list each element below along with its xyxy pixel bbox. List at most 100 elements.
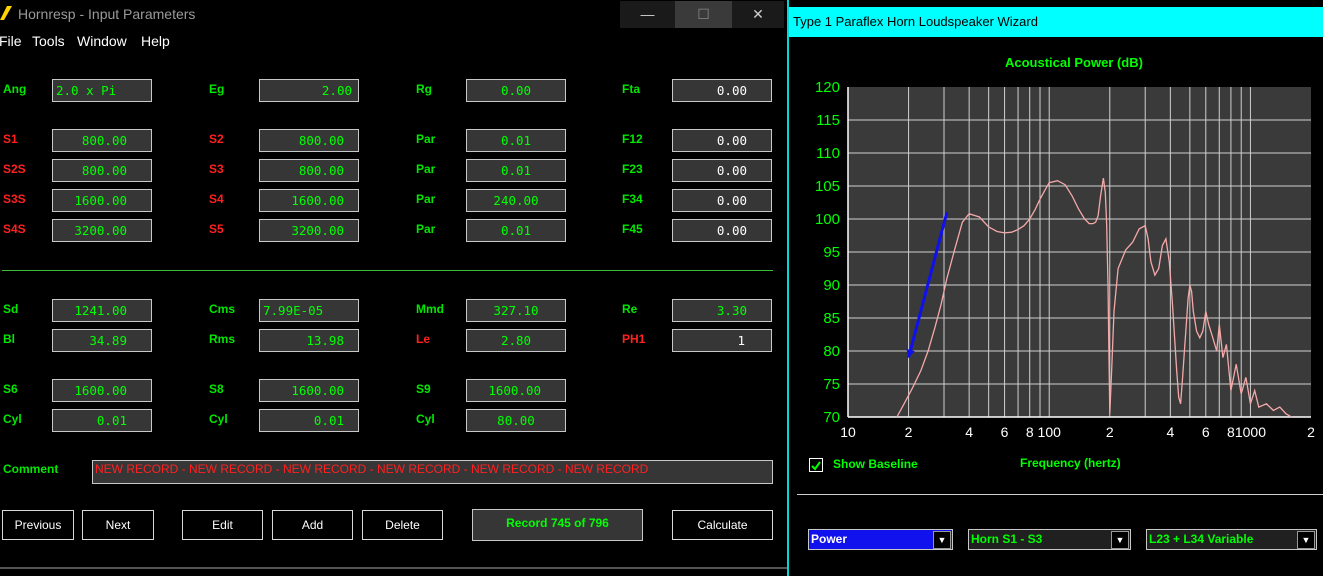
add-button[interactable]: Add	[272, 510, 353, 540]
label-s6: S6	[3, 382, 18, 396]
chart-title: Acoustical Power (dB)	[1005, 55, 1143, 70]
label-cms: Cms	[209, 302, 236, 316]
acoustical-power-chart: 12011511010510095908580757010 2 4 6 8 100 2 4 6 8…	[815, 79, 1315, 440]
label-s4: S4	[209, 192, 224, 206]
label-comment: Comment	[3, 462, 59, 476]
field-cyl-1[interactable]: 0.01	[52, 409, 152, 432]
label-s3s: S3S	[3, 192, 26, 206]
field-f34[interactable]: 0.00	[672, 189, 772, 212]
chevron-down-icon[interactable]: ▼	[1111, 531, 1129, 549]
label-ang: Ang	[3, 82, 27, 96]
field-f23[interactable]: 0.00	[672, 159, 772, 182]
label-f45: F45	[622, 222, 643, 236]
field-s3s[interactable]: 1600.00	[52, 189, 152, 212]
field-s4[interactable]: 1600.00	[259, 189, 359, 212]
field-cyl-3[interactable]: 80.00	[466, 409, 566, 432]
scrollbar[interactable]	[0, 567, 787, 569]
edit-button[interactable]: Edit	[182, 510, 263, 540]
field-fta[interactable]: 0.00	[672, 79, 772, 102]
menu-window[interactable]: Window	[77, 33, 127, 49]
field-s5[interactable]: 3200.00	[259, 219, 359, 242]
field-re[interactable]: 3.30	[672, 299, 772, 322]
field-mmd[interactable]: 327.10	[466, 299, 566, 322]
field-cms[interactable]: 7.99E-05	[259, 299, 359, 322]
field-bl[interactable]: 34.89	[52, 329, 152, 352]
label-bl: Bl	[3, 332, 15, 346]
field-par-2[interactable]: 0.01	[466, 159, 566, 182]
label-re: Re	[622, 302, 638, 316]
label-par-4: Par	[416, 222, 436, 236]
menu-help[interactable]: Help	[141, 33, 170, 49]
wizard-title: Type 1 Paraflex Horn Loudspeaker Wizard	[793, 14, 1038, 29]
field-ph1[interactable]: 1	[672, 329, 772, 352]
x-tick-label: 6	[1202, 424, 1210, 440]
label-ph1: PH1	[622, 332, 646, 346]
label-cyl-1: Cyl	[3, 412, 22, 426]
field-s9[interactable]: 1600.00	[466, 379, 566, 402]
field-par-1[interactable]: 0.01	[466, 129, 566, 152]
field-ang[interactable]: 2.0 x Pi	[52, 79, 152, 102]
chevron-down-icon[interactable]: ▼	[933, 531, 951, 549]
field-s1[interactable]: 800.00	[52, 129, 152, 152]
label-cyl-3: Cyl	[416, 412, 435, 426]
field-eg[interactable]: 2.00	[259, 79, 359, 102]
label-s3: S3	[209, 162, 224, 176]
field-sd[interactable]: 1241.00	[52, 299, 152, 322]
field-par-3[interactable]: 240.00	[466, 189, 566, 212]
x-axis-label: Frequency (hertz)	[1020, 456, 1121, 470]
segment-dropdown[interactable]: L23 + L34 Variable ▼	[1146, 529, 1317, 550]
next-button[interactable]: Next	[82, 510, 154, 540]
x-tick-label: 4	[1166, 424, 1174, 440]
label-s8: S8	[209, 382, 224, 396]
mode-dropdown[interactable]: Power ▼	[808, 529, 953, 550]
x-tick-label: 1000	[1235, 424, 1266, 440]
y-tick-label: 80	[823, 343, 840, 360]
maximize-button[interactable]: ☐	[675, 1, 732, 28]
field-rms[interactable]: 13.98	[259, 329, 359, 352]
field-cyl-2[interactable]: 0.01	[259, 409, 359, 432]
field-s6[interactable]: 1600.00	[52, 379, 152, 402]
field-s3[interactable]: 800.00	[259, 159, 359, 182]
menu-tools[interactable]: Tools	[32, 33, 65, 49]
horn-dropdown[interactable]: Horn S1 - S3 ▼	[968, 529, 1131, 550]
field-s2[interactable]: 800.00	[259, 129, 359, 152]
label-sd: Sd	[3, 302, 19, 316]
y-tick-label: 115	[816, 112, 840, 129]
close-button[interactable]: ✕	[732, 1, 784, 28]
previous-button[interactable]: Previous	[2, 510, 74, 540]
field-le[interactable]: 2.80	[466, 329, 566, 352]
y-tick-label: 90	[823, 277, 840, 294]
label-s5: S5	[209, 222, 224, 236]
show-baseline-label[interactable]: Show Baseline	[833, 457, 918, 471]
label-mmd: Mmd	[416, 302, 444, 316]
field-s2s[interactable]: 800.00	[52, 159, 152, 182]
label-s4s: S4S	[3, 222, 26, 236]
field-s4s[interactable]: 3200.00	[52, 219, 152, 242]
label-par-1: Par	[416, 132, 436, 146]
y-tick-label: 110	[816, 145, 840, 162]
y-tick-label: 105	[815, 178, 840, 195]
y-tick-label: 120	[815, 79, 840, 96]
field-f45[interactable]: 0.00	[672, 219, 772, 242]
label-f23: F23	[622, 162, 643, 176]
chevron-down-icon[interactable]: ▼	[1297, 531, 1315, 549]
menu-file[interactable]: File	[0, 33, 22, 49]
label-par-2: Par	[416, 162, 436, 176]
minimize-button[interactable]: —	[620, 1, 675, 28]
delete-button[interactable]: Delete	[362, 510, 443, 540]
label-cyl-2: Cyl	[209, 412, 228, 426]
label-s2: S2	[209, 132, 224, 146]
y-tick-label: 100	[815, 211, 840, 228]
y-tick-label: 75	[823, 376, 840, 393]
calculate-button[interactable]: Calculate	[672, 510, 773, 540]
field-par-4[interactable]: 0.01	[466, 219, 566, 242]
label-f34: F34	[622, 192, 643, 206]
show-baseline-checkbox[interactable]	[809, 458, 823, 472]
window-title: Hornresp - Input Parameters	[18, 6, 196, 22]
comment-field[interactable]: NEW RECORD - NEW RECORD - NEW RECORD - N…	[92, 460, 773, 484]
field-s8[interactable]: 1600.00	[259, 379, 359, 402]
field-rg[interactable]: 0.00	[466, 79, 566, 102]
menu-bar: File Tools Window Help	[0, 30, 787, 54]
field-f12[interactable]: 0.00	[672, 129, 772, 152]
label-fta: Fta	[622, 82, 640, 96]
